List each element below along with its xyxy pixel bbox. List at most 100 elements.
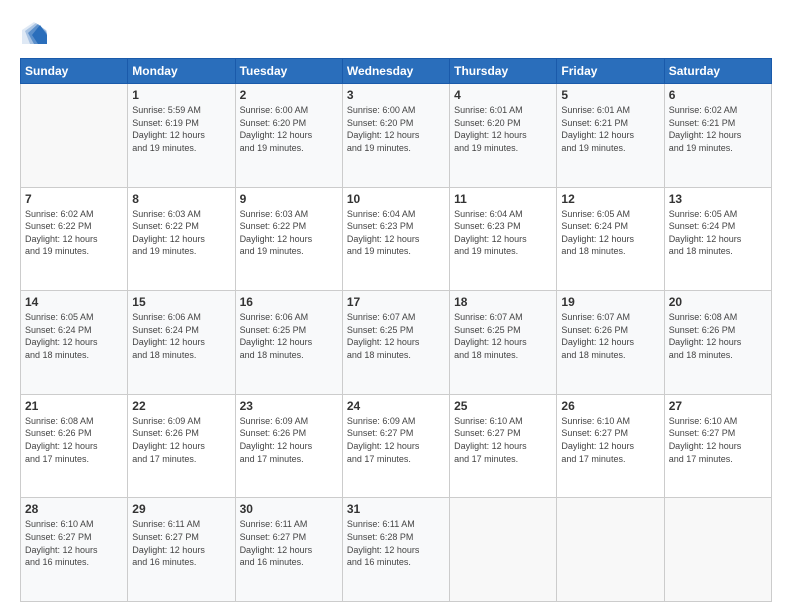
calendar-day-cell: 20 Sunrise: 6:08 AM Sunset: 6:26 PM Dayli… [664,291,771,395]
day-number: 31 [347,502,445,516]
logo-icon [20,20,48,48]
calendar-day-cell: 16 Sunrise: 6:06 AM Sunset: 6:25 PM Dayli… [235,291,342,395]
calendar-week-row: 1Sunrise: 5:59 AM Sunset: 6:19 PM Daylig… [21,84,772,188]
day-number: 23 [240,399,338,413]
day-info: Sunrise: 6:11 AM Sunset: 6:27 PM Dayligh… [240,518,338,568]
calendar-day-cell: 21 Sunrise: 6:08 AM Sunset: 6:26 PM Dayli… [21,394,128,498]
day-number: 26 [561,399,659,413]
weekday-header: Sunday [21,59,128,84]
day-info: Sunrise: 6:10 AM Sunset: 6:27 PM Dayligh… [561,415,659,465]
logo [20,18,52,48]
weekday-header: Thursday [450,59,557,84]
day-info: Sunrise: 6:07 AM Sunset: 6:25 PM Dayligh… [347,311,445,361]
calendar-day-cell: 19 Sunrise: 6:07 AM Sunset: 6:26 PM Dayli… [557,291,664,395]
weekday-header: Tuesday [235,59,342,84]
day-number: 14 [25,295,123,309]
day-info: Sunrise: 6:02 AM Sunset: 6:21 PM Dayligh… [669,104,767,154]
weekday-header: Wednesday [342,59,449,84]
day-number: 17 [347,295,445,309]
day-info: Sunrise: 6:09 AM Sunset: 6:26 PM Dayligh… [240,415,338,465]
day-number: 27 [669,399,767,413]
day-info: Sunrise: 6:08 AM Sunset: 6:26 PM Dayligh… [669,311,767,361]
calendar-day-cell: 5 Sunrise: 6:01 AM Sunset: 6:21 PM Daylig… [557,84,664,188]
calendar-week-row: 7Sunrise: 6:02 AM Sunset: 6:22 PM Daylig… [21,187,772,291]
day-number: 19 [561,295,659,309]
calendar-day-cell: 6 Sunrise: 6:02 AM Sunset: 6:21 PM Daylig… [664,84,771,188]
header [20,18,772,48]
calendar-day-cell: 4 Sunrise: 6:01 AM Sunset: 6:20 PM Daylig… [450,84,557,188]
day-number: 10 [347,192,445,206]
calendar-day-cell: 28Sunrise: 6:10 AM Sunset: 6:27 PM Dayli… [21,498,128,602]
calendar-day-cell: 14 Sunrise: 6:05 AM Sunset: 6:24 PM Dayli… [21,291,128,395]
calendar-day-cell: 18 Sunrise: 6:07 AM Sunset: 6:25 PM Dayli… [450,291,557,395]
day-number: 30 [240,502,338,516]
weekday-header: Saturday [664,59,771,84]
day-info: Sunrise: 6:01 AM Sunset: 6:21 PM Dayligh… [561,104,659,154]
day-number: 11 [454,192,552,206]
day-info: Sunrise: 6:04 AM Sunset: 6:23 PM Dayligh… [347,208,445,258]
day-info: Sunrise: 6:10 AM Sunset: 6:27 PM Dayligh… [454,415,552,465]
day-number: 24 [347,399,445,413]
page: SundayMondayTuesdayWednesdayThursdayFrid… [0,0,792,612]
day-info: Sunrise: 6:11 AM Sunset: 6:27 PM Dayligh… [132,518,230,568]
calendar-day-cell: 30 Sunrise: 6:11 AM Sunset: 6:27 PM Dayli… [235,498,342,602]
day-number: 22 [132,399,230,413]
calendar-week-row: 21 Sunrise: 6:08 AM Sunset: 6:26 PM Dayli… [21,394,772,498]
day-number: 12 [561,192,659,206]
day-number: 29 [132,502,230,516]
weekday-header: Monday [128,59,235,84]
calendar-day-cell [557,498,664,602]
day-number: 25 [454,399,552,413]
calendar-day-cell: 1Sunrise: 5:59 AM Sunset: 6:19 PM Daylig… [128,84,235,188]
day-number: 8 [132,192,230,206]
calendar-day-cell: 31 Sunrise: 6:11 AM Sunset: 6:28 PM Dayli… [342,498,449,602]
day-info: Sunrise: 6:08 AM Sunset: 6:26 PM Dayligh… [25,415,123,465]
day-number: 4 [454,88,552,102]
day-number: 7 [25,192,123,206]
day-number: 21 [25,399,123,413]
calendar-header-row: SundayMondayTuesdayWednesdayThursdayFrid… [21,59,772,84]
calendar-day-cell: 3Sunrise: 6:00 AM Sunset: 6:20 PM Daylig… [342,84,449,188]
calendar-day-cell: 22 Sunrise: 6:09 AM Sunset: 6:26 PM Dayli… [128,394,235,498]
day-number: 16 [240,295,338,309]
calendar-day-cell: 26 Sunrise: 6:10 AM Sunset: 6:27 PM Dayli… [557,394,664,498]
day-info: Sunrise: 6:04 AM Sunset: 6:23 PM Dayligh… [454,208,552,258]
day-info: Sunrise: 6:01 AM Sunset: 6:20 PM Dayligh… [454,104,552,154]
calendar-day-cell: 7Sunrise: 6:02 AM Sunset: 6:22 PM Daylig… [21,187,128,291]
calendar-day-cell [21,84,128,188]
day-number: 9 [240,192,338,206]
day-number: 20 [669,295,767,309]
day-info: Sunrise: 6:09 AM Sunset: 6:27 PM Dayligh… [347,415,445,465]
day-info: Sunrise: 6:07 AM Sunset: 6:25 PM Dayligh… [454,311,552,361]
day-info: Sunrise: 6:03 AM Sunset: 6:22 PM Dayligh… [240,208,338,258]
calendar-week-row: 14 Sunrise: 6:05 AM Sunset: 6:24 PM Dayli… [21,291,772,395]
day-info: Sunrise: 6:05 AM Sunset: 6:24 PM Dayligh… [669,208,767,258]
calendar-table: SundayMondayTuesdayWednesdayThursdayFrid… [20,58,772,602]
day-info: Sunrise: 6:11 AM Sunset: 6:28 PM Dayligh… [347,518,445,568]
calendar-day-cell [664,498,771,602]
calendar-day-cell [450,498,557,602]
calendar-day-cell: 13 Sunrise: 6:05 AM Sunset: 6:24 PM Dayli… [664,187,771,291]
day-number: 3 [347,88,445,102]
calendar-day-cell: 9 Sunrise: 6:03 AM Sunset: 6:22 PM Daylig… [235,187,342,291]
calendar-week-row: 28Sunrise: 6:10 AM Sunset: 6:27 PM Dayli… [21,498,772,602]
day-info: Sunrise: 6:06 AM Sunset: 6:25 PM Dayligh… [240,311,338,361]
calendar-day-cell: 2 Sunrise: 6:00 AM Sunset: 6:20 PM Daylig… [235,84,342,188]
day-info: Sunrise: 6:10 AM Sunset: 6:27 PM Dayligh… [25,518,123,568]
calendar-day-cell: 11 Sunrise: 6:04 AM Sunset: 6:23 PM Dayli… [450,187,557,291]
day-info: Sunrise: 6:09 AM Sunset: 6:26 PM Dayligh… [132,415,230,465]
day-number: 6 [669,88,767,102]
calendar-day-cell: 12Sunrise: 6:05 AM Sunset: 6:24 PM Dayli… [557,187,664,291]
day-number: 5 [561,88,659,102]
day-info: Sunrise: 6:07 AM Sunset: 6:26 PM Dayligh… [561,311,659,361]
day-info: Sunrise: 6:00 AM Sunset: 6:20 PM Dayligh… [240,104,338,154]
day-info: Sunrise: 6:05 AM Sunset: 6:24 PM Dayligh… [25,311,123,361]
calendar-day-cell: 10 Sunrise: 6:04 AM Sunset: 6:23 PM Dayli… [342,187,449,291]
day-number: 2 [240,88,338,102]
day-number: 13 [669,192,767,206]
day-info: Sunrise: 6:06 AM Sunset: 6:24 PM Dayligh… [132,311,230,361]
day-number: 18 [454,295,552,309]
day-info: Sunrise: 6:10 AM Sunset: 6:27 PM Dayligh… [669,415,767,465]
day-info: Sunrise: 6:03 AM Sunset: 6:22 PM Dayligh… [132,208,230,258]
calendar-day-cell: 24 Sunrise: 6:09 AM Sunset: 6:27 PM Dayli… [342,394,449,498]
